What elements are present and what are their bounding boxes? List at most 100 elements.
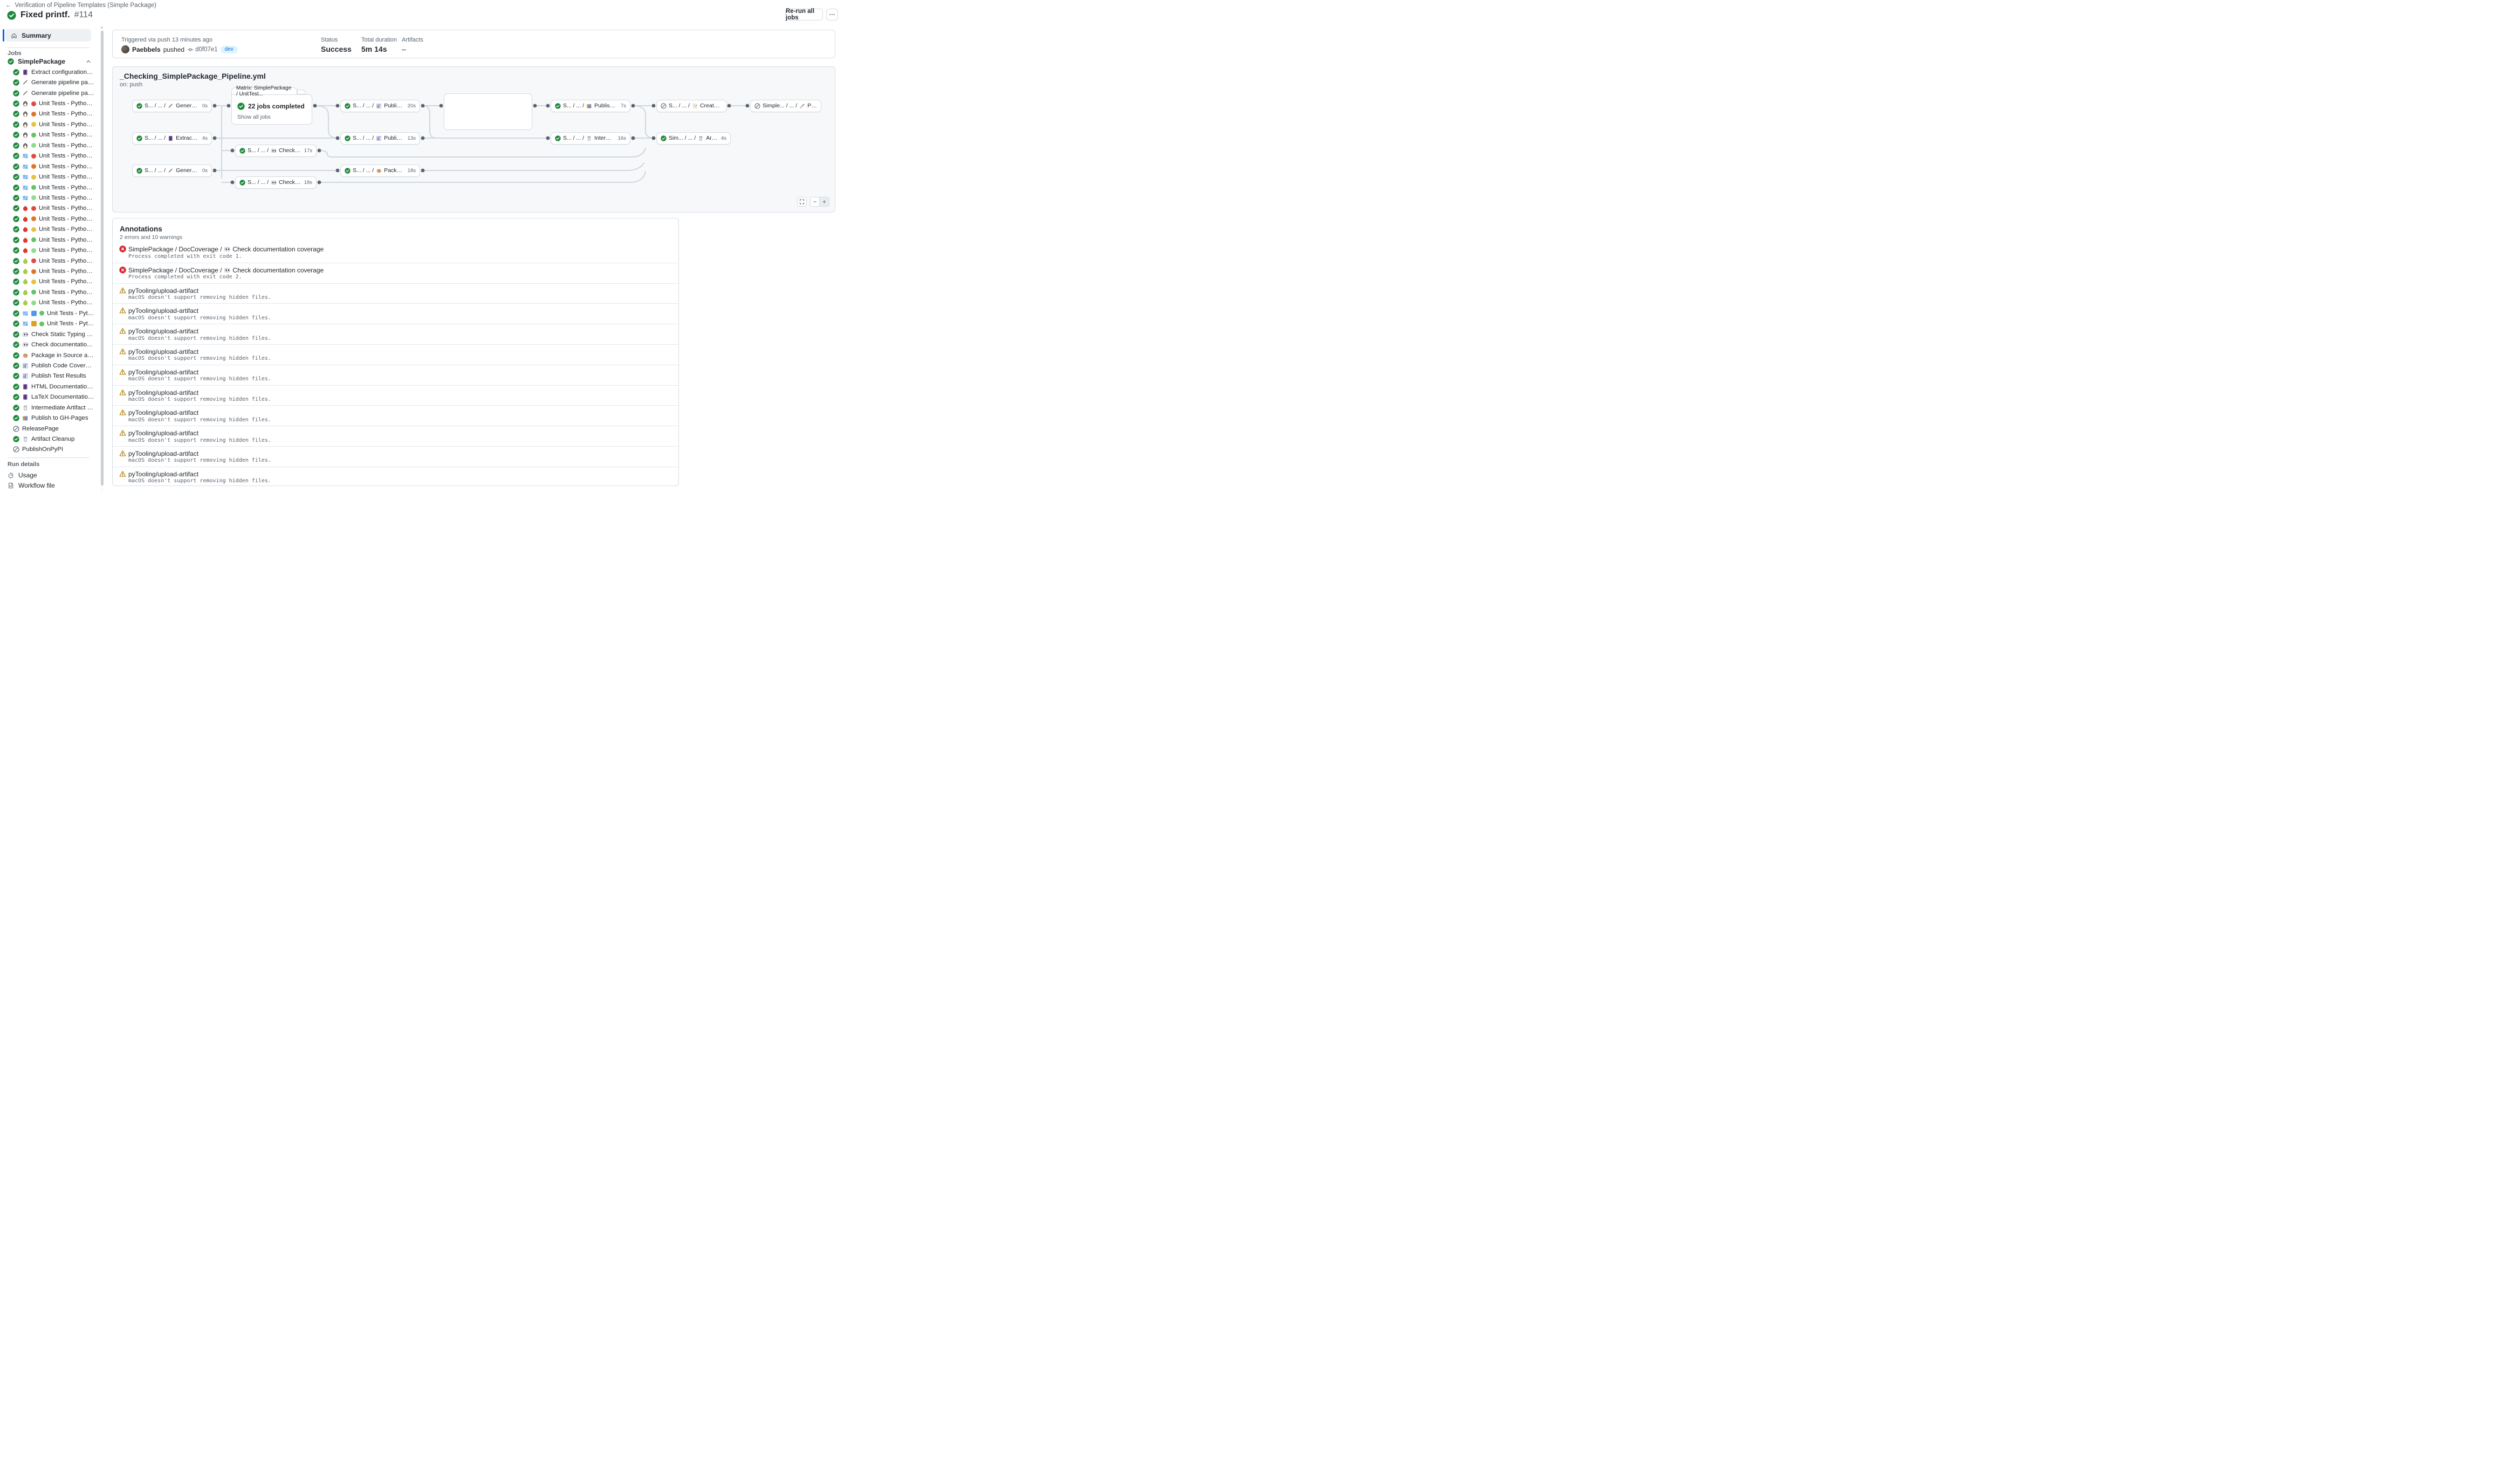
sidebar-item-job[interactable]: Unit Tests - Python 3.11 [13,172,95,182]
matrix-group-node[interactable]: 22 jobs completed Show all jobs [231,94,312,125]
show-all-jobs-link[interactable]: Show all jobs [237,114,306,120]
sidebar-item-job[interactable]: Unit Tests - Python 3.9 [13,256,95,266]
sidebar-item-summary[interactable]: Summary [5,29,91,42]
breadcrumb[interactable]: ← Verification of Pipeline Templates (Si… [5,2,156,9]
apple-green-icon [22,268,29,275]
back-arrow-icon[interactable]: ← [5,2,12,9]
graph-node-gen1[interactable]: S... / ... /Generate pipelin...0s [132,100,212,112]
sidebar-item-job[interactable]: Unit Tests - Python 3.10 [13,109,95,119]
annotation-row-warning[interactable]: pyTooling/upload-artifactmacOS doesn't s… [113,344,678,365]
breadcrumb-label[interactable]: Verification of Pipeline Templates (Simp… [15,2,157,9]
sidebar-item-job[interactable]: Unit Tests - Python 3.11 [13,119,95,129]
sidebar-item-job[interactable]: ReleasePage [13,423,95,434]
fullscreen-button[interactable] [797,197,807,207]
graph-node-pubtest[interactable]: S... / ... /Publish Test Re...13s [340,132,420,145]
check-circle-icon [13,237,19,243]
graph-node-checkdoc[interactable]: S... / ... /Check docume...18s [235,176,317,189]
sidebar-item-job[interactable]: LaTeX Documentation using ... [13,392,95,402]
sidebar-item-job[interactable]: Package in Source and Wheel... [13,350,95,360]
sidebar-item-job[interactable]: Generate pipeline parameters [13,77,95,87]
actor-name[interactable]: Paebbels [132,46,161,53]
sidebar-item-job[interactable]: Unit Tests - Python 3.13 [13,193,95,203]
sidebar-item-job[interactable]: HTML Documentation using ... [13,381,95,392]
annotation-row-warning[interactable]: pyTooling/upload-artifactmacOS doesn't s… [113,283,678,304]
job-label: Unit Tests - Python 3.11 [39,226,95,233]
sidebar-item-job[interactable]: Unit Tests - Python 3.11 [13,224,95,235]
graph-node-package[interactable]: S... / ... /Package in Sou...18s [340,165,420,177]
graph-node-extract[interactable]: S... / ... /Extract configur...4s [132,132,212,145]
annotation-row-warning[interactable]: pyTooling/upload-artifactmacOS doesn't s… [113,446,678,467]
sidebar-item-job[interactable]: Unit Tests - Python 3.13 [13,140,95,151]
sidebar-item-job[interactable]: Check documentation covera... [13,339,95,350]
sidebar-item-job[interactable]: Unit Tests - Python 3.12 [13,287,95,297]
graph-node-checkstatic[interactable]: S... / ... /Check Static Ty...17s [235,145,317,157]
sidebar-item-job[interactable]: Artifact Cleanup [13,434,95,444]
sidebar-item-job[interactable]: Unit Tests - Python 3.9 [13,98,95,108]
chevron-up-icon[interactable] [85,58,92,65]
annotation-row-warning[interactable]: pyTooling/upload-artifactmacOS doesn't s… [113,365,678,385]
sidebar-item-job[interactable]: Publish Test Results [13,371,95,381]
sidebar-scrollbar-thumb[interactable] [101,31,104,486]
graph-node-gen2[interactable]: S... / ... /Generate pipelin...0s [132,165,212,177]
python-version-dot [31,164,36,169]
annotation-row-error[interactable]: SimplePackage / DocCoverage /Check docum… [113,242,678,263]
annotation-row-warning[interactable]: pyTooling/upload-artifactmacOS doesn't s… [113,467,678,486]
sidebar-item-job[interactable]: Publish Code Coverage Results [13,360,95,371]
commit-sha[interactable]: d0f07e1 [195,46,218,53]
graph-node-artifactclean[interactable]: Sim... / ... /Artifact Cleanup4s [656,132,731,145]
kebab-menu-button[interactable] [826,9,838,20]
matrix-stack-decoration [297,90,306,94]
git-commit-icon [187,46,194,53]
job-label: Unit Tests - Python 3.12 [39,132,95,138]
sidebar-item-job[interactable]: Unit Tests - Python 3.12 [13,308,95,318]
sidebar-item-usage[interactable]: Usage [8,470,88,480]
sidebar-item-job[interactable]: Unit Tests - Python 3.12 [13,235,95,245]
rerun-all-jobs-button[interactable]: Re-run all jobs [785,9,823,20]
sidebar-group-simplepackage[interactable]: SimplePackage [8,56,92,66]
selected-accent-bar [3,29,4,42]
job-label: Unit Tests - Python 3.13 [39,195,95,201]
annotation-row-warning[interactable]: pyTooling/upload-artifactmacOS doesn't s… [113,303,678,324]
graph-node-pubcode[interactable]: S... / ... /Publish Code C...20s [340,100,420,112]
check-circle-icon [13,142,19,149]
sidebar-item-job[interactable]: Unit Tests - Python 3.11 [13,277,95,287]
sidebar-item-job[interactable]: Unit Tests - Python 3.12 [13,130,95,140]
annotation-row-error[interactable]: SimplePackage / DocCoverage /Check docum… [113,263,678,283]
sidebar-item-job[interactable]: Unit Tests - Python 3.10 [13,214,95,224]
annotation-row-warning[interactable]: pyTooling/upload-artifactmacOS doesn't s… [113,385,678,406]
sidebar-item-job[interactable]: Check Static Typing using Pyt... [13,329,95,339]
sidebar-item-job[interactable]: Publish to GH-Pages [13,413,95,423]
sidebar-item-job[interactable]: Unit Tests - Python 3.10 [13,161,95,172]
scrollbar-up-arrow[interactable]: ▲ [100,25,104,30]
branch-badge[interactable]: dev [221,46,238,53]
graph-node-release[interactable]: S... / ... /Create 'Release Pa... [656,100,727,112]
zoom-in-button[interactable]: + [820,197,829,206]
skip-circle-icon [754,103,760,109]
annotation-row-warning[interactable]: pyTooling/upload-artifactmacOS doesn't s… [113,405,678,426]
sidebar-item-job[interactable]: Extract configurations from p... [13,67,95,77]
avatar[interactable] [121,45,129,53]
sidebar-item-job[interactable]: Intermediate Artifact Cleanup [13,402,95,413]
sidebar-item-job[interactable]: Unit Tests - Python 3.10 [13,266,95,276]
sidebar-item-job[interactable]: Unit Tests - Python 3.13 [13,245,95,255]
sidebar-item-job[interactable]: Unit Tests - Python 3.12 [13,319,95,329]
graph-node-ghpages[interactable]: S... / ... /Publish to GH-P...7s [551,100,630,112]
sidebar-item-workflow-file[interactable]: Workflow file [8,480,88,490]
eyes-icon [224,246,230,252]
graph-node-intermediate[interactable]: S... / ... /Intermediate A...16s [551,132,630,145]
sidebar-item-job[interactable]: Unit Tests - Python 3.13 [13,298,95,308]
commit-ref[interactable]: d0f07e1 [187,46,218,53]
sidebar-item-job[interactable]: Generate pipeline parameters [13,88,95,98]
graph-node-pypi[interactable]: Simple... / ... /Publish to PyPI [750,100,821,112]
sidebar-item-job[interactable]: Unit Tests - Python 3.9 [13,151,95,161]
annotation-row-warning[interactable]: pyTooling/upload-artifactmacOS doesn't s… [113,324,678,344]
annotation-row-warning[interactable]: pyTooling/upload-artifactmacOS doesn't s… [113,426,678,446]
sidebar-item-job[interactable]: PublishOnPyPI [13,445,95,455]
annotation-message: Process completed with exit code 2. [128,274,242,280]
annotation-step-name: pyTooling/upload-artifact [128,287,198,295]
sidebar-item-job[interactable]: Unit Tests - Python 3.9 [13,203,95,214]
sidebar-item-job[interactable]: Unit Tests - Python 3.12 [13,182,95,193]
check-circle-icon [13,121,19,128]
matrix-tab[interactable]: Matrix: SimplePackage / UnitTest... [231,87,297,94]
zoom-out-button[interactable]: − [811,197,820,206]
